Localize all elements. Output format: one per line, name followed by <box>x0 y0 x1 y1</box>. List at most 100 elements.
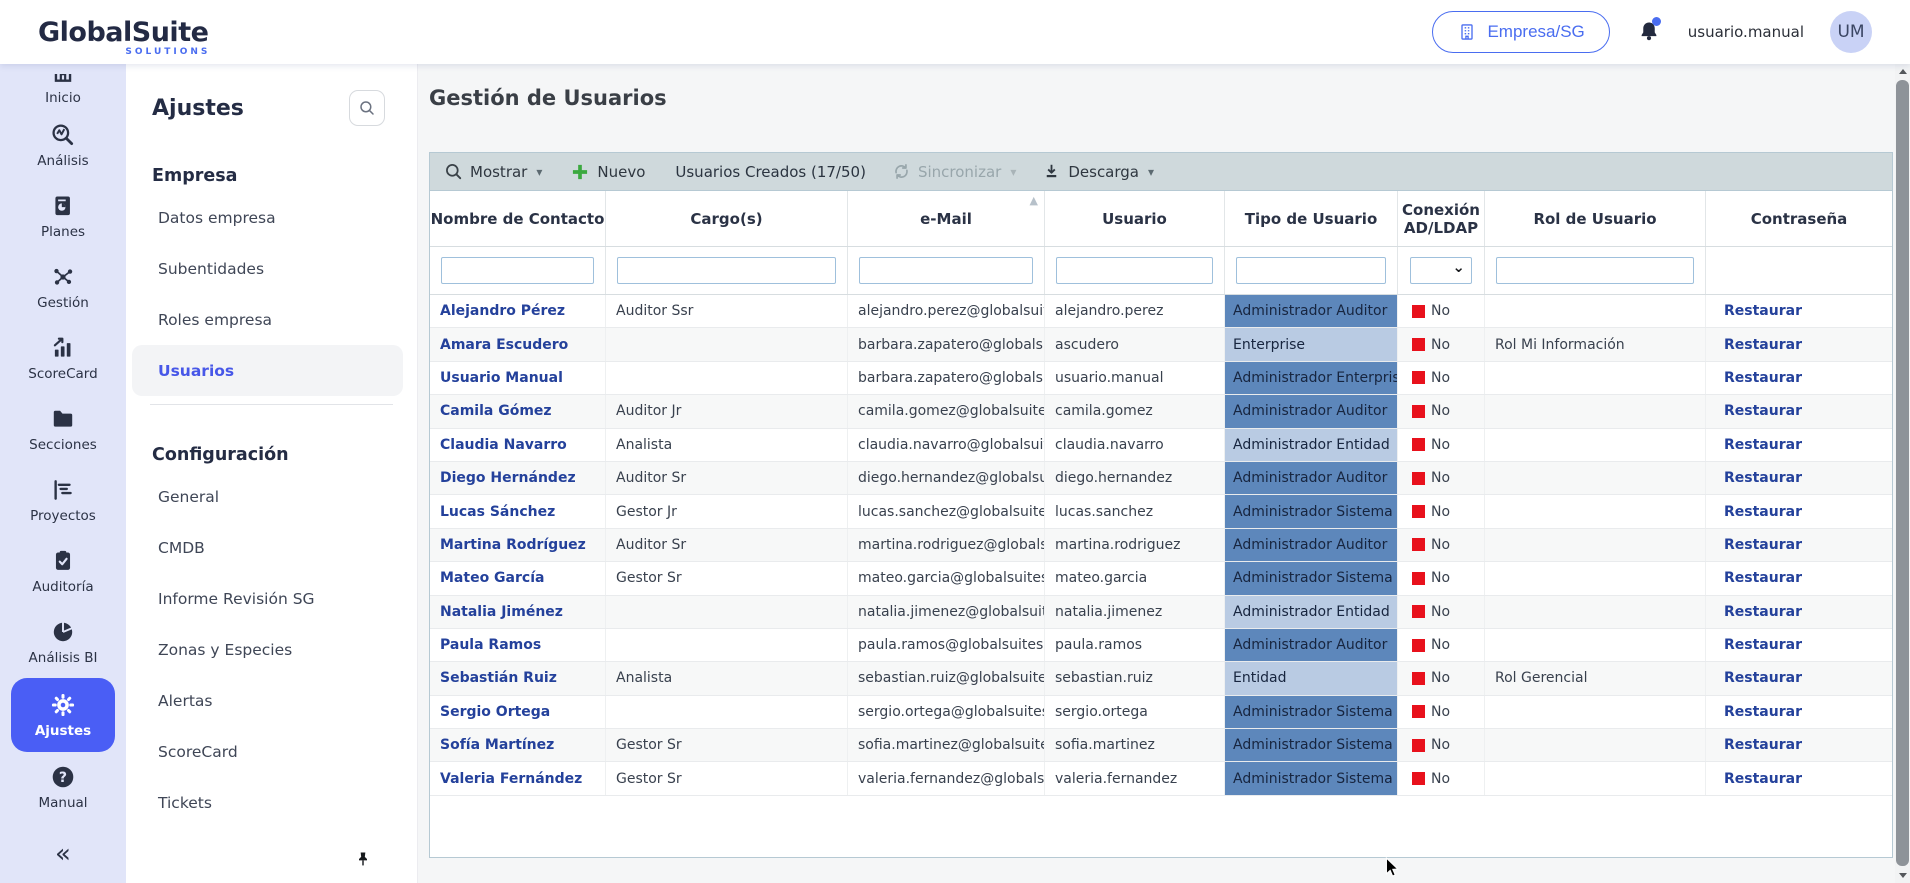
descarga-button[interactable]: Descarga ▾ <box>1042 162 1154 181</box>
cell-conexion-ldap: No <box>1398 295 1485 327</box>
vertical-scrollbar[interactable] <box>1895 64 1910 883</box>
cell-rol <box>1485 762 1706 794</box>
restaurar-link[interactable]: Restaurar <box>1724 570 1802 586</box>
cell-nombre[interactable]: Sofía Martínez <box>430 729 606 761</box>
mostrar-button[interactable]: Mostrar ▾ <box>444 162 542 181</box>
submenu-search-button[interactable] <box>349 90 385 126</box>
cell-nombre[interactable]: Camila Gómez <box>430 395 606 427</box>
cell-contrasena: Restaurar <box>1706 495 1892 527</box>
cell-nombre[interactable]: Sergio Ortega <box>430 696 606 728</box>
column-header[interactable]: Nombre de Contacto <box>430 191 606 246</box>
entity-selector-button[interactable]: Empresa/SG <box>1432 11 1609 53</box>
menu-item-usuarios[interactable]: Usuarios <box>132 345 403 396</box>
menu-item-datos-empresa[interactable]: Datos empresa <box>126 192 417 243</box>
rail-item-plans[interactable]: Planes <box>0 181 126 252</box>
restaurar-link[interactable]: Restaurar <box>1724 704 1802 720</box>
cell-nombre[interactable]: Natalia Jiménez <box>430 596 606 628</box>
cell-cargo <box>606 362 848 394</box>
menu-item-roles-empresa[interactable]: Roles empresa <box>126 294 417 345</box>
ldap-filter-select[interactable]: ⌄ <box>1410 257 1472 284</box>
restaurar-link[interactable]: Restaurar <box>1724 604 1802 620</box>
rail-item-projects[interactable]: Proyectos <box>0 465 126 536</box>
notifications-button[interactable] <box>1636 19 1662 45</box>
table-filter-row: ⌄ <box>430 247 1892 295</box>
column-header[interactable]: Cargo(s) <box>606 191 848 246</box>
menu-section-title: Configuración <box>152 445 417 465</box>
column-header[interactable]: e-Mail▲ <box>848 191 1045 246</box>
rail-item-help[interactable]: Manual <box>0 752 126 823</box>
filter-input[interactable] <box>617 257 836 284</box>
ldap-status-red-icon <box>1412 672 1425 685</box>
restaurar-link[interactable]: Restaurar <box>1724 370 1802 386</box>
ldap-status-red-icon <box>1412 405 1425 418</box>
cell-nombre[interactable]: Paula Ramos <box>430 629 606 661</box>
cell-nombre[interactable]: Mateo García <box>430 562 606 594</box>
column-header[interactable]: Conexión AD/LDAP <box>1398 191 1485 246</box>
cell-conexion-ldap: No <box>1398 495 1485 527</box>
restaurar-link[interactable]: Restaurar <box>1724 470 1802 486</box>
menu-item-cmdb[interactable]: CMDB <box>126 522 417 573</box>
tipo-badge: Administrador Sistema d <box>1225 696 1397 728</box>
avatar[interactable]: UM <box>1830 11 1872 53</box>
cell-nombre[interactable]: Alejandro Pérez <box>430 295 606 327</box>
pin-sidebar-button[interactable] <box>353 849 373 871</box>
column-header[interactable]: Rol de Usuario <box>1485 191 1706 246</box>
column-header[interactable]: Tipo de Usuario <box>1225 191 1398 246</box>
filter-input[interactable] <box>1496 257 1694 284</box>
sincronizar-button[interactable]: Sincronizar ▾ <box>892 162 1016 181</box>
rail-item-audit[interactable]: Auditoría <box>0 536 126 607</box>
rail-item-analysis[interactable]: Análisis <box>0 110 126 181</box>
restaurar-link[interactable]: Restaurar <box>1724 437 1802 453</box>
rail-item-settings[interactable]: Ajustes <box>11 678 115 752</box>
cell-nombre[interactable]: Valeria Fernández <box>430 762 606 794</box>
collapse-sidebar-button[interactable]: « <box>55 841 71 867</box>
cell-nombre[interactable]: Claudia Navarro <box>430 429 606 461</box>
menu-item-zonas-y-especies[interactable]: Zonas y Especies <box>126 624 417 675</box>
restaurar-link[interactable]: Restaurar <box>1724 504 1802 520</box>
scrollbar-thumb[interactable] <box>1896 80 1909 866</box>
plus-icon <box>570 162 590 182</box>
menu-item-general[interactable]: General <box>126 471 417 522</box>
restaurar-link[interactable]: Restaurar <box>1724 537 1802 553</box>
filter-input[interactable] <box>1056 257 1213 284</box>
cell-nombre[interactable]: Amara Escudero <box>430 328 606 360</box>
table-row: Martina Rodríguez Auditor Sr martina.rod… <box>430 529 1892 562</box>
filter-input[interactable] <box>441 257 594 284</box>
rail-item-scorecard[interactable]: ScoreCard <box>0 323 126 394</box>
restaurar-link[interactable]: Restaurar <box>1724 403 1802 419</box>
cell-nombre[interactable]: Diego Hernández <box>430 462 606 494</box>
menu-item-informe-revisi-n-sg[interactable]: Informe Revisión SG <box>126 573 417 624</box>
filter-input[interactable] <box>859 257 1033 284</box>
restaurar-link[interactable]: Restaurar <box>1724 337 1802 353</box>
cell-cargo <box>606 328 848 360</box>
cell-nombre[interactable]: Martina Rodríguez <box>430 529 606 561</box>
sincronizar-label: Sincronizar <box>918 163 1001 181</box>
cell-nombre[interactable]: Sebastián Ruiz <box>430 662 606 694</box>
restaurar-link[interactable]: Restaurar <box>1724 303 1802 319</box>
filter-input[interactable] <box>1236 257 1386 284</box>
cell-contrasena: Restaurar <box>1706 295 1892 327</box>
column-header[interactable]: Contraseña <box>1706 191 1892 246</box>
restaurar-link[interactable]: Restaurar <box>1724 737 1802 753</box>
cell-cargo <box>606 696 848 728</box>
cell-nombre[interactable]: Lucas Sánchez <box>430 495 606 527</box>
restaurar-link[interactable]: Restaurar <box>1724 771 1802 787</box>
tipo-badge: Administrador Entidad <box>1225 596 1397 628</box>
menu-item-tickets[interactable]: Tickets <box>126 777 417 828</box>
menu-item-alertas[interactable]: Alertas <box>126 675 417 726</box>
cell-nombre[interactable]: Usuario Manual <box>430 362 606 394</box>
rail-item-management[interactable]: Gestión <box>0 252 126 323</box>
menu-item-scorecard[interactable]: ScoreCard <box>126 726 417 777</box>
rail-item-sections[interactable]: Secciones <box>0 394 126 465</box>
column-header[interactable]: Usuario <box>1045 191 1225 246</box>
scroll-up-icon[interactable] <box>1895 64 1910 79</box>
rail-item-home[interactable]: Inicio <box>0 64 126 110</box>
menu-item-subentidades[interactable]: Subentidades <box>126 243 417 294</box>
rail-item-bi[interactable]: Análisis BI <box>0 607 126 678</box>
scroll-down-icon[interactable] <box>1895 868 1910 883</box>
nuevo-button[interactable]: Nuevo <box>570 162 645 182</box>
cell-tipo: Administrador Sistema d <box>1225 495 1398 527</box>
restaurar-link[interactable]: Restaurar <box>1724 670 1802 686</box>
cell-email: alejandro.perez@globalsuites <box>848 295 1045 327</box>
restaurar-link[interactable]: Restaurar <box>1724 637 1802 653</box>
